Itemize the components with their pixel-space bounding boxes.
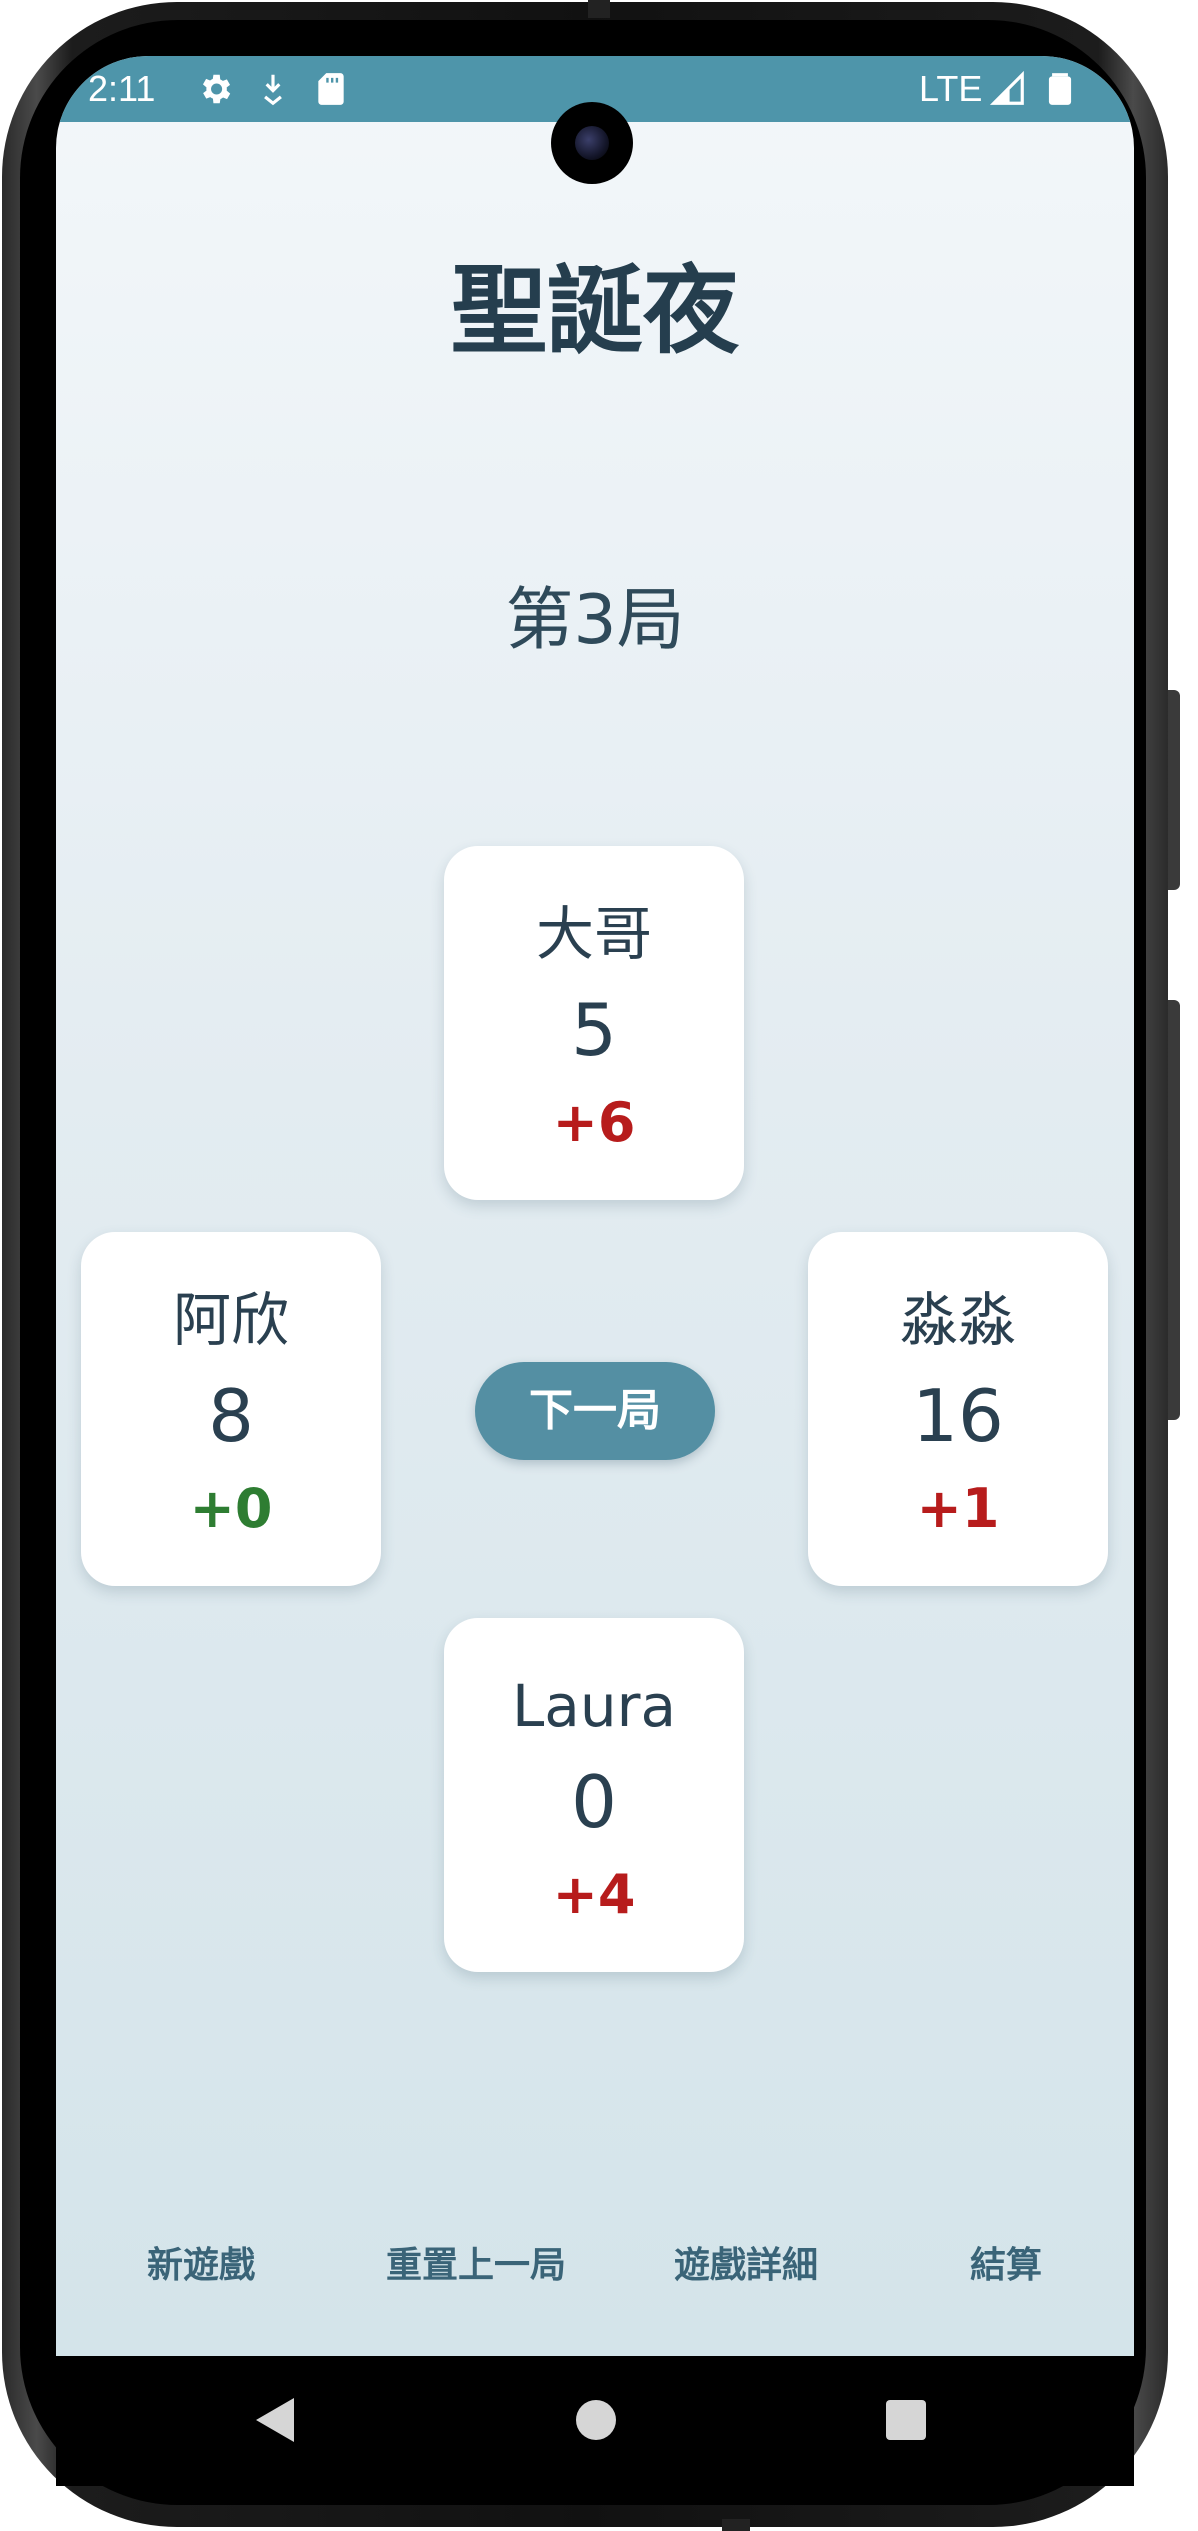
bottom-action-bar: 新遊戲 重置上一局 遊戲詳細 結算 — [56, 2226, 1134, 2306]
player-name: 阿欣 — [172, 1286, 289, 1354]
game-details-button[interactable]: 遊戲詳細 — [646, 2226, 846, 2306]
phone-device: 2:11 LTE 聖誕夜 第3局 大哥 5 +6 阿欣 8 +0 淼淼 16 +… — [0, 0, 1198, 2531]
next-round-button[interactable]: 下一局 — [475, 1362, 715, 1460]
antenna-mark-top — [588, 0, 610, 18]
network-type: LTE — [919, 68, 983, 109]
antenna-mark-bottom — [722, 2519, 750, 2531]
power-button — [1168, 690, 1180, 890]
player-score: 0 — [571, 1760, 617, 1844]
player-score: 16 — [912, 1374, 1004, 1458]
system-nav-bar — [56, 2356, 1134, 2486]
player-delta: +4 — [552, 1863, 636, 1926]
player-delta: +0 — [189, 1477, 273, 1540]
player-delta: +6 — [552, 1091, 636, 1154]
player-card-left[interactable]: 阿欣 8 +0 — [81, 1232, 381, 1586]
settle-button[interactable]: 結算 — [946, 2226, 1066, 2306]
download-icon — [254, 70, 292, 108]
reset-last-round-button[interactable]: 重置上一局 — [356, 2226, 596, 2306]
game-title: 聖誕夜 — [451, 255, 739, 367]
recents-icon[interactable] — [886, 2400, 926, 2440]
player-name: Laura — [511, 1672, 676, 1740]
player-delta: +1 — [916, 1477, 1000, 1540]
round-label: 第3局 — [505, 581, 685, 660]
player-name: 淼淼 — [899, 1286, 1016, 1354]
new-game-button[interactable]: 新遊戲 — [126, 2226, 276, 2306]
player-card-top[interactable]: 大哥 5 +6 — [444, 846, 744, 1200]
sd-card-icon — [312, 70, 350, 108]
home-icon[interactable] — [576, 2400, 616, 2440]
back-icon[interactable] — [256, 2398, 294, 2442]
settings-icon — [196, 70, 234, 108]
volume-button — [1168, 1000, 1180, 1420]
player-score: 8 — [208, 1374, 254, 1458]
player-name: 大哥 — [535, 900, 652, 968]
front-camera — [551, 102, 633, 184]
status-time: 2:11 — [88, 68, 156, 109]
player-card-bottom[interactable]: Laura 0 +4 — [444, 1618, 744, 1972]
app-screen: 2:11 LTE 聖誕夜 第3局 大哥 5 +6 阿欣 8 +0 淼淼 16 +… — [56, 56, 1134, 2356]
signal-icon — [989, 70, 1027, 108]
player-card-right[interactable]: 淼淼 16 +1 — [808, 1232, 1108, 1586]
battery-icon — [1041, 70, 1079, 108]
player-score: 5 — [571, 988, 617, 1072]
